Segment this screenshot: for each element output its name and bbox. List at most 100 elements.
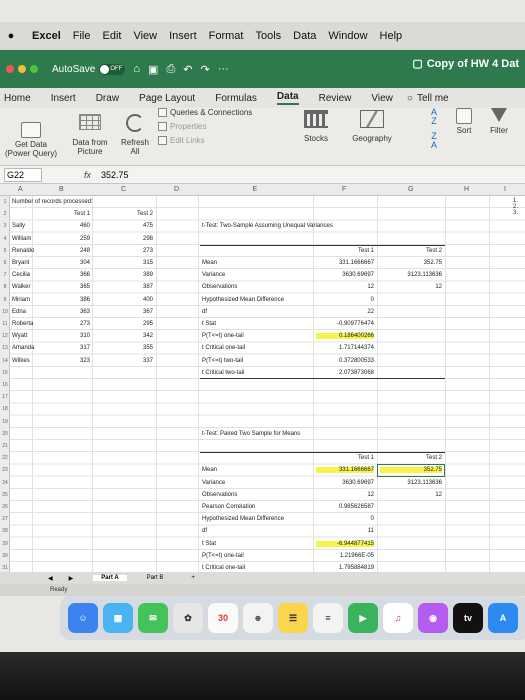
ttest-unequal-test2-value[interactable]: 3123.113636 — [380, 272, 442, 278]
ttest-unequal-test1-value[interactable]: 0.186400266 — [316, 333, 374, 340]
ttest-unequal-label[interactable]: Hypothesized Mean Difference — [202, 297, 284, 303]
ttest-unequal-label[interactable]: df — [202, 309, 207, 315]
row-header[interactable]: 9 — [0, 297, 10, 303]
ttest-paired-test2-value[interactable]: 12 — [380, 492, 442, 498]
record-test1[interactable]: 259 — [55, 236, 90, 242]
row-header[interactable]: 12 — [0, 333, 10, 339]
tab-insert[interactable]: Insert — [51, 93, 76, 104]
row-header[interactable]: 28 — [0, 528, 10, 534]
row-header[interactable]: 25 — [0, 492, 10, 498]
ttest-unequal-test1-value[interactable]: 331.1666667 — [316, 260, 374, 266]
sheet-tab-part-a[interactable]: Part A — [93, 575, 127, 581]
record-test1[interactable]: 323 — [55, 358, 90, 364]
column-header[interactable]: A — [18, 186, 23, 193]
record-test1[interactable]: 460 — [55, 223, 90, 229]
ttest-paired-label[interactable]: Pearson Correlation — [202, 504, 255, 510]
properties-button[interactable]: Properties — [158, 122, 206, 131]
column-header[interactable]: D — [174, 186, 179, 193]
menu-insert[interactable]: Insert — [169, 30, 197, 42]
row-header[interactable]: 5 — [0, 248, 10, 254]
ttest-paired-label[interactable]: df — [202, 528, 207, 534]
record-test1[interactable]: 310 — [55, 333, 90, 339]
ttest-unequal-header-test1[interactable]: Test 1 — [330, 248, 374, 254]
tab-page-layout[interactable]: Page Layout — [139, 93, 195, 104]
music-icon[interactable]: ♫ — [383, 603, 413, 633]
record-test2[interactable]: 355 — [118, 345, 153, 351]
menu-view[interactable]: View — [133, 30, 157, 42]
row-header[interactable]: 27 — [0, 516, 10, 522]
row-header[interactable]: 20 — [0, 431, 10, 437]
row-header[interactable]: 16 — [0, 382, 10, 388]
qat-more-button[interactable]: ··· — [218, 63, 229, 76]
record-test2[interactable]: 298 — [118, 236, 153, 242]
row-header[interactable]: 4 — [0, 236, 10, 242]
contacts-icon[interactable]: ☻ — [243, 603, 273, 633]
row-header[interactable]: 23 — [0, 467, 10, 473]
sheet-nav-left[interactable]: ◀ — [40, 575, 61, 582]
menu-help[interactable]: Help — [380, 30, 403, 42]
record-test1[interactable]: 365 — [55, 284, 90, 290]
row-header[interactable]: 15 — [0, 370, 10, 376]
tab-formulas[interactable]: Formulas — [215, 93, 257, 104]
ttest-unequal-test1-value[interactable]: 12 — [316, 284, 374, 290]
ttest-unequal-label[interactable]: P(T<=t) two-tail — [202, 358, 243, 364]
sort-za-button[interactable]: ZA — [428, 132, 440, 150]
ttest-unequal-test1-value[interactable]: 0.372800533 — [316, 358, 374, 364]
ttest-paired-label[interactable]: Observations — [202, 492, 237, 498]
ttest-paired-test1-value[interactable]: 12 — [316, 492, 374, 498]
ttest-paired-label[interactable]: Mean — [202, 467, 217, 473]
ttest-paired-header-test1[interactable]: Test 1 — [330, 455, 374, 461]
record-test1[interactable]: 304 — [55, 260, 90, 266]
row-header[interactable]: 14 — [0, 358, 10, 364]
filter-button[interactable]: Filter — [484, 108, 514, 135]
ttest-paired-label[interactable]: Variance — [202, 480, 225, 486]
ttest-paired-header-test2[interactable]: Test 2 — [398, 455, 442, 461]
ttest-unequal-test1-value[interactable]: 0 — [316, 297, 374, 303]
ttest-paired-label[interactable]: P(T<=t) one-tail — [202, 553, 244, 559]
ttest-unequal-test1-value[interactable]: 22 — [316, 309, 374, 315]
ttest-unequal-label[interactable]: P(T<=t) one-tail — [202, 333, 244, 339]
ttest-unequal-test1-value[interactable]: -0.909776474 — [316, 321, 374, 327]
ttest-unequal-test1-value[interactable]: 2.073873068 — [316, 370, 374, 376]
row-header[interactable]: 1 — [0, 199, 10, 205]
ttest-paired-test2-value[interactable]: 3123.113636 — [380, 480, 442, 486]
row-header[interactable]: 22 — [0, 455, 10, 461]
record-test1[interactable]: 366 — [55, 272, 90, 278]
row-header[interactable]: 3 — [0, 223, 10, 229]
ttest-paired-test1-value[interactable]: 1.21966E-05 — [316, 553, 374, 559]
record-test2[interactable]: 273 — [118, 248, 153, 254]
records-header-test1[interactable]: Test 1 — [55, 211, 90, 217]
tab-draw[interactable]: Draw — [96, 93, 119, 104]
records-title[interactable]: Number of records processed: — [12, 199, 93, 205]
sort-az-button[interactable]: AZ — [428, 108, 440, 126]
record-test1[interactable]: 363 — [55, 309, 90, 315]
autosave-toggle[interactable]: OFF — [99, 63, 126, 75]
row-header[interactable]: 7 — [0, 272, 10, 278]
home-icon[interactable]: ⌂ — [133, 63, 140, 76]
row-header[interactable]: 13 — [0, 345, 10, 351]
row-header[interactable]: 11 — [0, 321, 10, 327]
row-header[interactable]: 29 — [0, 541, 10, 547]
data-from-picture-button[interactable]: Data from Picture — [70, 114, 110, 156]
row-header[interactable]: 31 — [0, 565, 10, 571]
sheet-tab-part-b[interactable]: Part B — [139, 575, 172, 581]
ttest-unequal-label[interactable]: t Stat — [202, 321, 216, 327]
save-icon[interactable]: ▣ — [148, 63, 158, 76]
notes-icon[interactable]: ☰ — [278, 603, 308, 633]
record-test1[interactable]: 386 — [55, 297, 90, 303]
menu-edit[interactable]: Edit — [102, 30, 121, 42]
record-test2[interactable]: 400 — [118, 297, 153, 303]
ttest-unequal-title[interactable]: t-Test: Two-Sample Assuming Unequal Vari… — [202, 223, 333, 229]
row-header[interactable]: 30 — [0, 553, 10, 559]
photos-icon[interactable]: ✿ — [173, 603, 203, 633]
spreadsheet-grid[interactable]: ABCDEFGHI 1 2 3 4 5 6 7 8 9 10 11 12 13 14 15 16 17 18 19 2… — [0, 184, 525, 572]
ttest-unequal-test2-value[interactable]: 352.75 — [380, 260, 442, 266]
tab-review[interactable]: Review — [319, 93, 352, 104]
undo-icon[interactable]: ↶ — [183, 63, 192, 76]
ttest-paired-test1-value[interactable]: 0.985626587 — [316, 504, 374, 510]
record-test2[interactable]: 315 — [118, 260, 153, 266]
record-test2[interactable]: 337 — [118, 358, 153, 364]
ttest-unequal-label[interactable]: Variance — [202, 272, 225, 278]
row-header[interactable]: 17 — [0, 394, 10, 400]
column-header[interactable]: H — [464, 186, 469, 193]
